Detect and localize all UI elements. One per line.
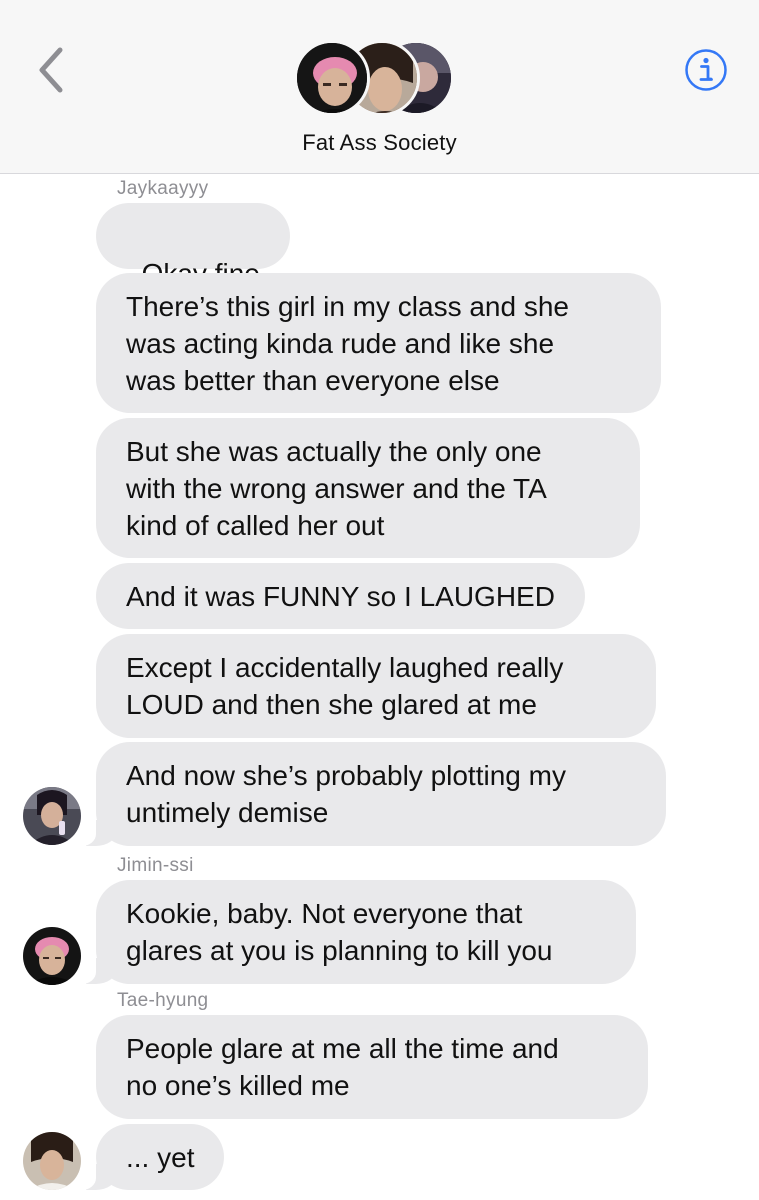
- info-button[interactable]: [684, 48, 728, 92]
- avatar-jimin-ssi[interactable]: [23, 927, 81, 985]
- message-bubble[interactable]: There’s this girl in my class and she wa…: [96, 273, 661, 413]
- group-avatar-1: [294, 40, 370, 116]
- avatar-jaykaayyy[interactable]: [23, 787, 81, 845]
- message-bubble[interactable]: And it was FUNNY so I LAUGHED: [96, 563, 585, 629]
- avatar-tae-hyung[interactable]: [23, 1132, 81, 1190]
- sender-name: Jimin-ssi: [117, 855, 194, 876]
- message-bubble[interactable]: Kookie, baby. Not everyone that glares a…: [72, 880, 636, 984]
- sender-name: Tae-hyung: [117, 990, 209, 1011]
- message-bubble[interactable]: Okay fine: [96, 203, 290, 365]
- message-bubble[interactable]: And now she’s probably plotting my untim…: [72, 742, 666, 846]
- chevron-left-icon: [39, 47, 63, 93]
- message-bubble[interactable]: ... yet: [71, 1124, 225, 1190]
- conversation-header: Fat Ass Society: [0, 0, 759, 174]
- message-bubble[interactable]: People glare at me all the time and no o…: [96, 1015, 648, 1119]
- group-name[interactable]: Fat Ass Society: [0, 130, 759, 156]
- back-button[interactable]: [30, 42, 70, 98]
- info-circle-icon: [685, 49, 727, 91]
- message-bubble[interactable]: Except I accidentally laughed really LOU…: [96, 634, 656, 738]
- message-bubble[interactable]: But she was actually the only one with t…: [96, 418, 640, 558]
- group-avatars[interactable]: [294, 40, 454, 120]
- sender-name: Jaykaayyy: [117, 178, 209, 199]
